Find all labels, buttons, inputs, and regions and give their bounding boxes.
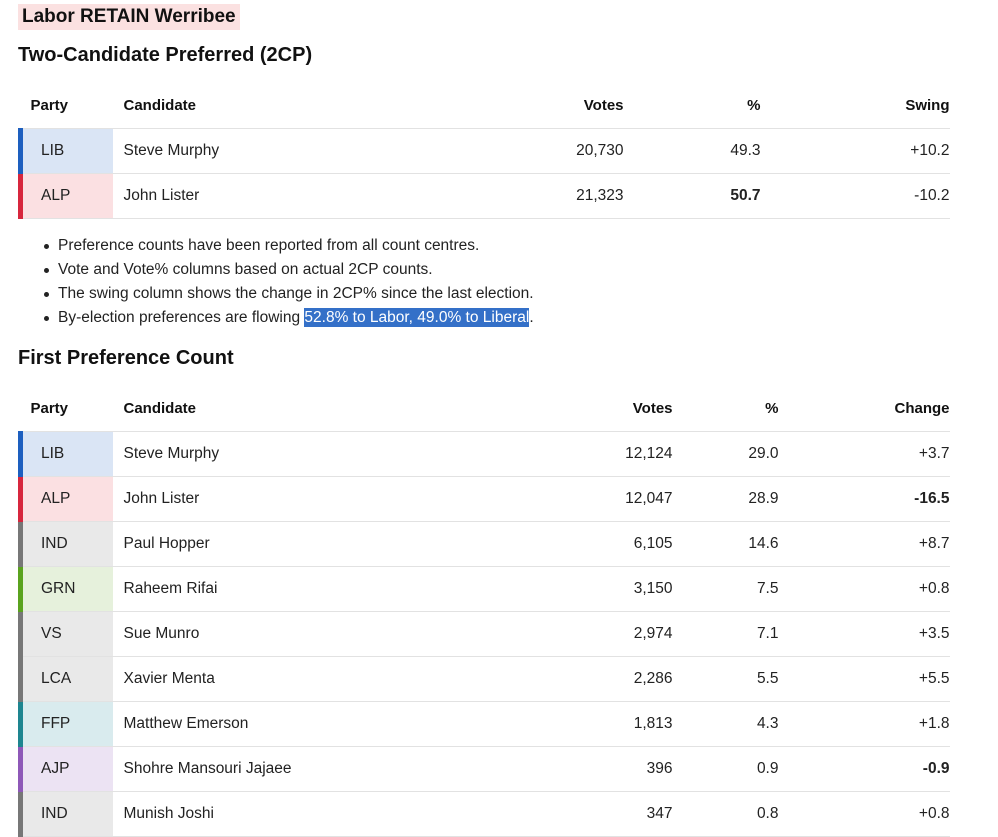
tcp-table: Party Candidate Votes % Swing LIB Steve M… — [18, 84, 950, 219]
table-row: ALP John Lister 21,323 50.7 -10.2 — [18, 173, 950, 219]
change-cell: +0.8 — [778, 566, 950, 612]
party-cell: ALP — [18, 173, 113, 219]
percent-cell: 0.8 — [672, 791, 779, 837]
party-cell: GRN — [18, 566, 113, 612]
percent-cell: 28.9 — [672, 476, 779, 522]
party-cell: VS — [18, 611, 113, 657]
col-header-votes[interactable]: Votes — [532, 387, 673, 432]
candidate-cell: Matthew Emerson — [112, 701, 533, 747]
note-item: By-election preferences are flowing 52.8… — [40, 306, 534, 330]
party-cell: IND — [18, 521, 113, 567]
party-cell: IND — [18, 791, 113, 837]
table-row: VS Sue Munro 2,974 7.1 +3.5 — [18, 611, 950, 657]
candidate-cell: Raheem Rifai — [112, 566, 533, 612]
votes-cell: 396 — [532, 746, 673, 792]
swing-cell: +10.2 — [760, 128, 950, 174]
fp-header-row: Party Candidate Votes % Change — [20, 387, 950, 432]
col-header-candidate[interactable]: Candidate — [112, 387, 533, 432]
candidate-cell: Paul Hopper — [112, 521, 533, 567]
votes-cell: 12,124 — [532, 431, 673, 477]
change-cell: +5.5 — [778, 656, 950, 702]
note-item: The swing column shows the change in 2CP… — [40, 282, 534, 306]
table-row: AJP Shohre Mansouri Jajaee 396 0.9 -0.9 — [18, 746, 950, 792]
party-cell: LIB — [18, 128, 113, 174]
col-header-party[interactable]: Party — [20, 84, 113, 129]
table-row: IND Paul Hopper 6,105 14.6 +8.7 — [18, 521, 950, 567]
candidate-cell: Munish Joshi — [112, 791, 533, 837]
col-header-change[interactable]: Change — [778, 387, 950, 432]
percent-cell: 14.6 — [672, 521, 779, 567]
percent-cell: 29.0 — [672, 431, 779, 477]
swing-cell: -10.2 — [760, 173, 950, 219]
change-cell: +1.8 — [778, 701, 950, 747]
table-row: GRN Raheem Rifai 3,150 7.5 +0.8 — [18, 566, 950, 612]
table-row: LIB Steve Murphy 20,730 49.3 +10.2 — [18, 128, 950, 174]
votes-cell: 3,150 — [532, 566, 673, 612]
col-header-candidate[interactable]: Candidate — [112, 84, 533, 129]
votes-cell: 2,974 — [532, 611, 673, 657]
change-cell: +3.5 — [778, 611, 950, 657]
selected-text[interactable]: 52.8% to Labor, 49.0% to Liberal — [304, 308, 530, 327]
party-cell: LIB — [18, 431, 113, 477]
col-header-swing[interactable]: Swing — [760, 84, 950, 129]
percent-cell: 5.5 — [672, 656, 779, 702]
votes-cell: 347 — [532, 791, 673, 837]
change-cell: -0.9 — [778, 746, 950, 792]
change-cell: +0.8 — [778, 791, 950, 837]
candidate-cell: Steve Murphy — [112, 128, 533, 174]
notes-list: Preference counts have been reported fro… — [40, 234, 534, 330]
note-item: Vote and Vote% columns based on actual 2… — [40, 258, 534, 282]
votes-cell: 20,730 — [532, 128, 624, 174]
party-cell: AJP — [18, 746, 113, 792]
table-row: LCA Xavier Menta 2,286 5.5 +5.5 — [18, 656, 950, 702]
party-cell: FFP — [18, 701, 113, 747]
change-cell: +8.7 — [778, 521, 950, 567]
votes-cell: 12,047 — [532, 476, 673, 522]
col-header-percent[interactable]: % — [672, 387, 779, 432]
change-cell: -16.5 — [778, 476, 950, 522]
tcp-header-row: Party Candidate Votes % Swing — [20, 84, 950, 129]
party-cell: ALP — [18, 476, 113, 522]
table-row: IND Munish Joshi 347 0.8 +0.8 — [18, 791, 950, 837]
note-item: Preference counts have been reported fro… — [40, 234, 534, 258]
candidate-cell: Sue Munro — [112, 611, 533, 657]
votes-cell: 1,813 — [532, 701, 673, 747]
party-cell: LCA — [18, 656, 113, 702]
fp-table: Party Candidate Votes % Change LIB Steve … — [18, 387, 950, 837]
col-header-party[interactable]: Party — [20, 387, 113, 432]
candidate-cell: John Lister — [112, 476, 533, 522]
votes-cell: 6,105 — [532, 521, 673, 567]
candidate-cell: John Lister — [112, 173, 533, 219]
table-row: FFP Matthew Emerson 1,813 4.3 +1.8 — [18, 701, 950, 747]
percent-cell: 49.3 — [623, 128, 761, 174]
page: Labor RETAIN Werribee Two-Candidate Pref… — [0, 0, 998, 837]
fp-title: First Preference Count — [18, 347, 234, 369]
col-header-votes[interactable]: Votes — [532, 84, 624, 129]
table-row: LIB Steve Murphy 12,124 29.0 +3.7 — [18, 431, 950, 477]
candidate-cell: Steve Murphy — [112, 431, 533, 477]
percent-cell: 4.3 — [672, 701, 779, 747]
percent-cell: 7.1 — [672, 611, 779, 657]
candidate-cell: Xavier Menta — [112, 656, 533, 702]
percent-cell: 7.5 — [672, 566, 779, 612]
candidate-cell: Shohre Mansouri Jajaee — [112, 746, 533, 792]
table-row: ALP John Lister 12,047 28.9 -16.5 — [18, 476, 950, 522]
col-header-percent[interactable]: % — [623, 84, 761, 129]
result-banner: Labor RETAIN Werribee — [18, 4, 240, 30]
tcp-title: Two-Candidate Preferred (2CP) — [18, 44, 313, 66]
votes-cell: 21,323 — [532, 173, 624, 219]
percent-cell: 0.9 — [672, 746, 779, 792]
votes-cell: 2,286 — [532, 656, 673, 702]
change-cell: +3.7 — [778, 431, 950, 477]
percent-cell: 50.7 — [623, 173, 761, 219]
